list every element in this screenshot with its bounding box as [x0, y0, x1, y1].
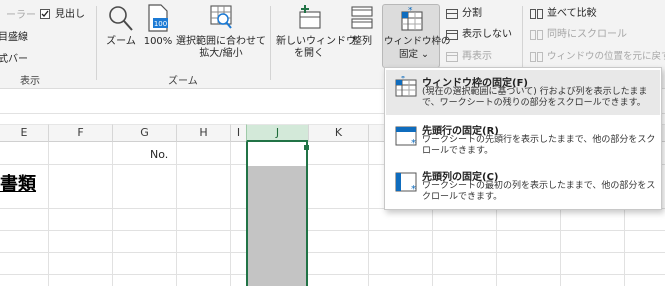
fill-handle[interactable] [304, 145, 309, 150]
menu-item-description: (現在の選択範囲に基づいて) 行および列を表示したままで、ワークシートの残りの部… [422, 87, 648, 108]
sync-scroll-icon [530, 30, 544, 40]
freeze-panes-icon: * [401, 7, 423, 31]
cell-no-label: No. [150, 148, 169, 161]
zoom-label: ズーム [106, 36, 136, 47]
arrange-all-label: 整列 [352, 36, 372, 47]
ruler-checkbox-label[interactable]: ーラー [6, 10, 36, 22]
freeze-first-column-icon: * [395, 172, 417, 194]
freeze-panes-button[interactable]: * ウィンドウ枠の 固定 ⌄ [382, 4, 451, 68]
column-header-f[interactable]: F [48, 124, 112, 142]
hide-button[interactable]: 表示しない [462, 29, 512, 41]
column-header-j[interactable]: J [246, 124, 308, 142]
zoom-button[interactable]: ズーム [104, 4, 138, 48]
check-icon [41, 10, 49, 17]
selected-column-j[interactable] [246, 142, 308, 286]
hide-window-icon [446, 30, 458, 40]
headings-checkbox-label[interactable]: 見出し [55, 9, 85, 21]
headings-checkbox[interactable] [40, 9, 50, 19]
page-100-icon: 100 [148, 4, 168, 32]
new-window-button[interactable]: 新しいウィンドウ を開く [276, 4, 356, 60]
document-heading-cell: 書類 [0, 174, 36, 195]
formula-bar-checkbox-label[interactable]: 式バー [0, 54, 28, 66]
column-header-g[interactable]: G [112, 124, 176, 142]
zoom-to-selection-label-2: 拡大/縮小 [199, 48, 243, 59]
group-separator [96, 6, 97, 80]
zoom-to-selection-button[interactable]: 選択範囲に合わせて 拡大/縮小 [176, 4, 266, 60]
column-header-k[interactable]: K [308, 124, 368, 142]
zoom-100-label: 100% [143, 36, 173, 47]
zoom-to-selection-label-1: 選択範囲に合わせて [176, 36, 266, 47]
unhide-button[interactable]: 再表示 [462, 51, 492, 63]
column-header-i[interactable]: I [230, 124, 246, 142]
freeze-panes-menu: * ウィンドウ枠の固定(F) (現在の選択範囲に基づいて) 行および列を表示した… [384, 67, 662, 210]
menu-item-freeze-top-row[interactable]: * 先頭行の固定(R) ワークシートの先頭行を表示したままで、他の部分をスクロー… [386, 118, 660, 163]
arrange-all-button[interactable]: 整列 [347, 4, 377, 48]
split-button[interactable]: 分割 [462, 8, 482, 20]
arrange-windows-icon [351, 6, 373, 29]
new-window-label-2: を開く [294, 48, 324, 59]
reset-window-position-button[interactable]: ウィンドウの位置を元に戻す [547, 51, 665, 63]
freeze-panes-label-2: 固定 ⌄ [399, 49, 429, 60]
reset-window-position-icon [530, 52, 544, 62]
magnifier-icon [109, 6, 133, 31]
svg-text:*: * [411, 184, 416, 194]
menu-item-description: ワークシートの先頭行を表示したままで、他の部分をスクロールできます。 [422, 135, 656, 156]
column-header-e[interactable]: E [0, 124, 48, 142]
active-cell[interactable] [248, 146, 306, 166]
menu-item-freeze-first-column[interactable]: * 先頭列の固定(C) ワークシートの最初の列を表示したままで、他の部分をスクロ… [386, 164, 660, 209]
svg-text:*: * [401, 76, 405, 83]
svg-text:*: * [411, 138, 416, 148]
zoom-group-label: ズーム [168, 76, 198, 87]
view-side-by-side-icon [530, 9, 544, 19]
freeze-panes-label-1: ウィンドウ枠の [384, 36, 451, 47]
unhide-window-icon [446, 52, 458, 62]
group-separator [270, 6, 271, 80]
menu-item-description: ワークシートの最初の列を表示したままで、他の部分をスクロールできます。 [422, 181, 656, 202]
view-side-by-side-button[interactable]: 並べて比較 [547, 8, 597, 20]
new-window-label-1: 新しいウィンドウ [276, 36, 356, 47]
column-header-h[interactable]: H [176, 124, 230, 142]
gridlines-checkbox-label[interactable]: 目盛線 [0, 32, 28, 44]
selection-fill [248, 166, 306, 286]
zoom-100-button[interactable]: 100 100% [143, 4, 173, 48]
svg-text:*: * [408, 7, 413, 16]
new-window-icon [299, 5, 321, 29]
split-icon [446, 9, 458, 19]
freeze-panes-icon: * [395, 76, 417, 97]
show-group-label: 表示 [20, 76, 40, 87]
freeze-top-row-icon: * [395, 126, 417, 148]
zoom-selection-icon [210, 5, 232, 29]
page-100-icon-text: 100 [154, 20, 167, 28]
menu-item-freeze-panes[interactable]: * ウィンドウ枠の固定(F) (現在の選択範囲に基づいて) 行および列を表示した… [386, 70, 660, 115]
sync-scroll-button[interactable]: 同時にスクロール [547, 29, 627, 41]
